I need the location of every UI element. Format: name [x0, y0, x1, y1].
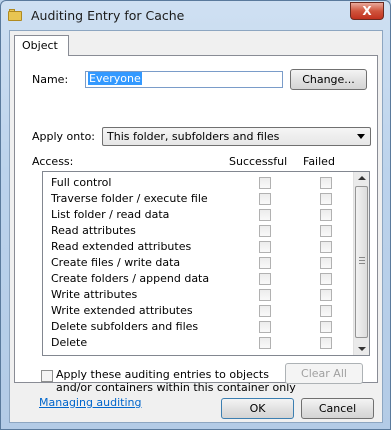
successful-checkbox[interactable]: [259, 273, 271, 285]
dialog-window: Auditing Entry for Cache X Object Name: …: [0, 0, 391, 430]
failed-checkbox[interactable]: [320, 273, 332, 285]
permission-row: Delete subfolders and files: [43, 318, 353, 334]
successful-checkbox[interactable]: [259, 321, 271, 333]
permission-label: Write attributes: [51, 288, 138, 301]
dialog-client: Object Name: Everyone Change... Apply on…: [9, 30, 383, 423]
successful-checkbox[interactable]: [259, 305, 271, 317]
managing-auditing-link[interactable]: Managing auditing: [39, 396, 142, 409]
permission-label: Delete subfolders and files: [51, 320, 199, 333]
permission-row: Write attributes: [43, 286, 353, 302]
apply-onto-value: This folder, subfolders and files: [107, 130, 280, 143]
successful-checkbox[interactable]: [259, 257, 271, 269]
permission-label: Traverse folder / execute file: [51, 192, 208, 205]
apply-onto-label: Apply onto:: [32, 130, 96, 143]
permission-row: List folder / read data: [43, 206, 353, 222]
scroll-up-icon[interactable]: [358, 176, 366, 180]
permission-row: Full control: [43, 174, 353, 190]
successful-column-header: Successful: [229, 155, 288, 168]
successful-checkbox[interactable]: [259, 289, 271, 301]
permission-list[interactable]: Full control Traverse folder / execute fi…: [42, 171, 370, 356]
permission-label: Write extended attributes: [51, 304, 193, 317]
failed-checkbox[interactable]: [320, 321, 332, 333]
apply-inherit-label-line1: Apply these auditing entries to objects: [56, 368, 269, 381]
permission-row: Read attributes: [43, 222, 353, 238]
permission-row: Create folders / append data: [43, 270, 353, 286]
successful-checkbox[interactable]: [259, 337, 271, 349]
ok-button[interactable]: OK: [221, 398, 294, 419]
vertical-scrollbar[interactable]: [353, 172, 369, 355]
permission-label: Create files / write data: [51, 256, 181, 269]
name-field[interactable]: Everyone: [85, 71, 283, 88]
close-button[interactable]: X: [350, 2, 384, 20]
folder-icon: [8, 9, 22, 21]
successful-checkbox[interactable]: [259, 193, 271, 205]
successful-checkbox[interactable]: [259, 177, 271, 189]
failed-checkbox[interactable]: [320, 225, 332, 237]
failed-column-header: Failed: [303, 155, 335, 168]
cancel-button[interactable]: Cancel: [301, 398, 374, 419]
access-label: Access:: [32, 155, 74, 168]
permission-label: Create folders / append data: [51, 272, 210, 285]
scroll-down-icon[interactable]: [358, 347, 366, 351]
permission-row: Read extended attributes: [43, 238, 353, 254]
apply-onto-dropdown[interactable]: This folder, subfolders and files: [102, 127, 371, 146]
tab-object[interactable]: Object: [14, 35, 69, 56]
permission-label: List folder / read data: [51, 208, 170, 221]
failed-checkbox[interactable]: [320, 241, 332, 253]
failed-checkbox[interactable]: [320, 177, 332, 189]
successful-checkbox[interactable]: [259, 241, 271, 253]
apply-inherit-checkbox[interactable]: [41, 370, 53, 382]
apply-inherit-label-line2: and/or containers within this container …: [56, 381, 296, 394]
title-bar[interactable]: Auditing Entry for Cache X: [1, 1, 390, 29]
failed-checkbox[interactable]: [320, 337, 332, 349]
permission-row: Delete: [43, 334, 353, 350]
failed-checkbox[interactable]: [320, 289, 332, 301]
failed-checkbox[interactable]: [320, 305, 332, 317]
permission-label: Delete: [51, 336, 88, 349]
name-label: Name:: [32, 73, 69, 86]
permission-row: Traverse folder / execute file: [43, 190, 353, 206]
successful-checkbox[interactable]: [259, 225, 271, 237]
permission-label: Full control: [51, 176, 112, 189]
permission-label: Read extended attributes: [51, 240, 192, 253]
failed-checkbox[interactable]: [320, 257, 332, 269]
scrollbar-thumb[interactable]: [355, 186, 368, 338]
permission-row: Create files / write data: [43, 254, 353, 270]
chevron-down-icon: [357, 134, 365, 139]
permission-row: Write extended attributes: [43, 302, 353, 318]
failed-checkbox[interactable]: [320, 209, 332, 221]
clear-all-button[interactable]: Clear All: [285, 363, 363, 384]
successful-checkbox[interactable]: [259, 209, 271, 221]
window-title: Auditing Entry for Cache: [31, 8, 185, 23]
change-button[interactable]: Change...: [290, 69, 367, 90]
permission-label: Read attributes: [51, 224, 136, 237]
failed-checkbox[interactable]: [320, 193, 332, 205]
